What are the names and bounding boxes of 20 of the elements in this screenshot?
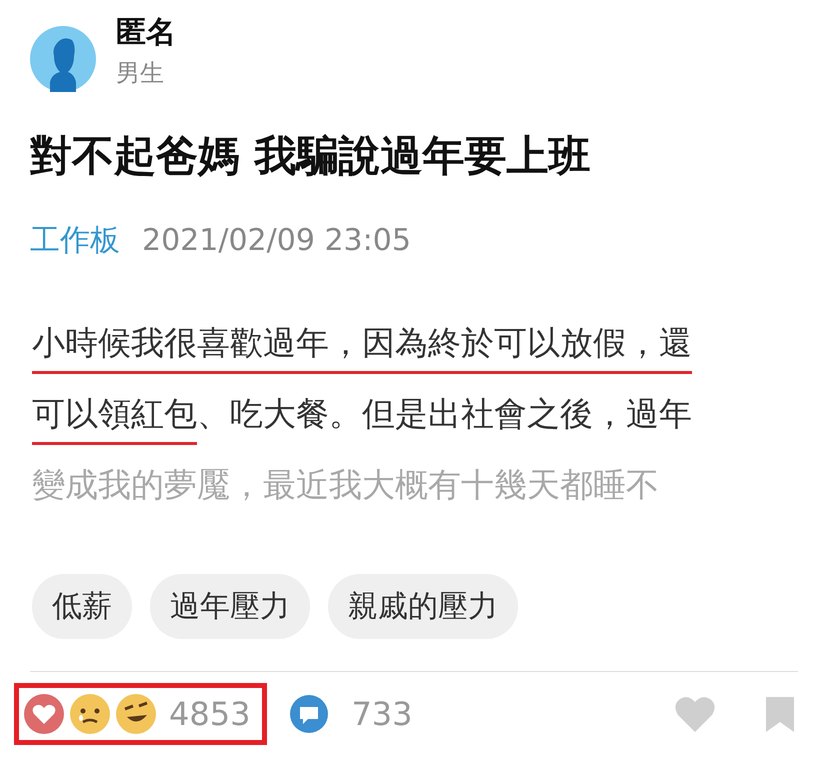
comment-count: 733 (351, 695, 413, 733)
body-text: 小時候我很喜歡過年，因為終於可以放假，還 (32, 315, 692, 374)
post-title: 對不起爸媽 我騙說過年要上班 (30, 130, 592, 182)
body-text: 變成我的夢魘，最近我大概有十幾天都睡不 (32, 464, 659, 506)
bookmark-icon[interactable] (764, 695, 796, 733)
comment-icon[interactable] (289, 694, 330, 734)
heart-reaction-icon (23, 693, 65, 735)
author-name: 匿名 (116, 14, 176, 52)
crying-face-icon (69, 693, 111, 735)
topic-tag[interactable]: 低薪 (32, 574, 132, 639)
author-gender: 男生 (116, 58, 165, 89)
topic-tag[interactable]: 親戚的壓力 (328, 574, 518, 639)
post-datetime: 2021/02/09 23:05 (142, 223, 411, 258)
laughing-face-icon (115, 693, 157, 735)
topic-tag[interactable]: 過年壓力 (150, 574, 310, 639)
reaction-count: 4853 (169, 695, 250, 733)
body-text: 可以領紅包 (32, 386, 197, 445)
body-text: 、吃大餐。但是出社會之後，過年 (197, 393, 692, 435)
avatar-icon (30, 26, 96, 92)
like-heart-icon[interactable] (674, 695, 716, 733)
